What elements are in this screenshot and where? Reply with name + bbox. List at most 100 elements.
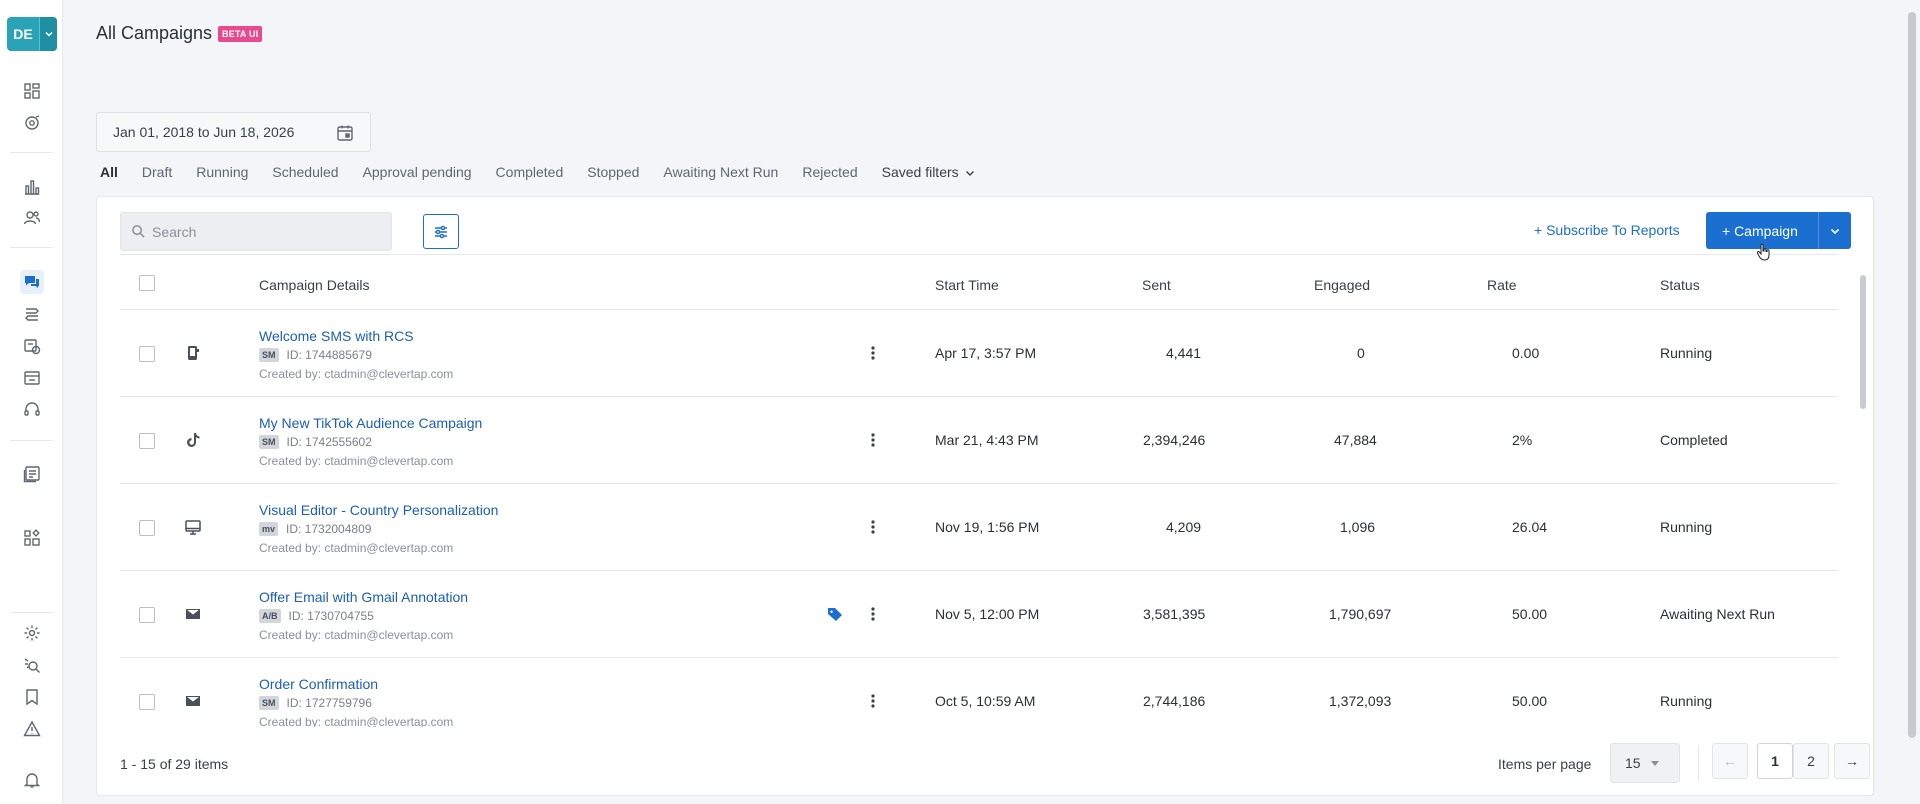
table-header: Campaign Details Start Time Sent Engaged…: [120, 254, 1838, 310]
saved-filters-dropdown[interactable]: Saved filters: [882, 164, 975, 184]
tab-running[interactable]: Running: [196, 164, 248, 184]
table-scrollbar[interactable]: [1860, 275, 1866, 409]
tab-awaiting-next-run[interactable]: Awaiting Next Run: [663, 164, 778, 184]
column-start-time[interactable]: Start Time: [935, 277, 999, 293]
column-status[interactable]: Status: [1660, 277, 1700, 293]
tag-label-icon[interactable]: [826, 605, 844, 623]
more-options-icon[interactable]: [868, 430, 878, 450]
analytics-icon[interactable]: [20, 175, 44, 199]
status-text: Awaiting Next Run: [1660, 606, 1775, 622]
more-options-icon[interactable]: [868, 691, 878, 711]
items-per-page-value: 15: [1625, 755, 1641, 771]
campaign-creator: Created by: ctadmin@clevertap.com: [259, 715, 454, 727]
rcs-phone-icon: [188, 346, 199, 360]
caret-down-icon: [1650, 760, 1659, 766]
more-options-icon[interactable]: [868, 604, 878, 624]
row-checkbox[interactable]: [139, 433, 155, 449]
templates-icon[interactable]: [20, 462, 44, 486]
support-icon[interactable]: [20, 398, 44, 422]
search-input[interactable]: [152, 223, 382, 240]
next-page-button[interactable]: →: [1834, 743, 1870, 779]
row-checkbox[interactable]: [139, 346, 155, 362]
offers-icon[interactable]: [20, 334, 44, 358]
sent-count: 4,441: [1166, 345, 1202, 361]
campaign-name-link[interactable]: Offer Email with Gmail Annotation: [259, 589, 468, 605]
workspace-switcher[interactable]: DE: [7, 17, 57, 51]
campaign-name-link[interactable]: Order Confirmation: [259, 676, 378, 692]
search-debug-icon[interactable]: [20, 653, 44, 677]
date-range-picker[interactable]: Jan 01, 2018 to Jun 18, 2026: [96, 112, 371, 152]
chevron-down-icon: [39, 17, 57, 51]
tab-stopped[interactable]: Stopped: [587, 164, 639, 184]
create-campaign-button[interactable]: + Campaign: [1706, 212, 1851, 249]
filter-settings-button[interactable]: [423, 214, 459, 249]
rate-value: 2%: [1512, 432, 1533, 448]
tab-scheduled[interactable]: Scheduled: [272, 164, 338, 184]
prev-page-button[interactable]: ←: [1712, 743, 1748, 779]
column-sent[interactable]: Sent: [1142, 277, 1171, 293]
segments-icon[interactable]: [20, 111, 44, 135]
status-text: Completed: [1660, 432, 1728, 448]
tab-completed[interactable]: Completed: [496, 164, 564, 184]
workspace-initials: DE: [13, 26, 33, 42]
campaign-name-link[interactable]: Welcome SMS with RCS: [259, 328, 414, 344]
campaign-name-link[interactable]: My New TikTok Audience Campaign: [259, 415, 482, 431]
notifications-icon[interactable]: [20, 768, 44, 792]
users-icon[interactable]: [20, 206, 44, 230]
campaign-type-tag: SM: [259, 348, 279, 362]
bookmark-icon[interactable]: [20, 685, 44, 709]
column-rate[interactable]: Rate: [1487, 277, 1517, 293]
campaign-type-tag: A/B: [259, 609, 281, 623]
tab-rejected[interactable]: Rejected: [802, 164, 857, 184]
tab-approval-pending[interactable]: Approval pending: [363, 164, 472, 184]
select-all-checkbox[interactable]: [139, 275, 155, 291]
campaign-creator: Created by: ctadmin@clevertap.com: [259, 367, 454, 381]
page-2-button[interactable]: 2: [1793, 743, 1829, 779]
campaign-id: ID: 1727759796: [286, 696, 372, 710]
row-checkbox[interactable]: [139, 607, 155, 623]
page-scrollbar[interactable]: [1908, 12, 1916, 738]
status-filter-tabs: All Draft Running Scheduled Approval pen…: [100, 164, 999, 184]
catalog-icon[interactable]: [20, 366, 44, 390]
column-campaign-details[interactable]: Campaign Details: [259, 277, 370, 293]
desktop-icon: [185, 520, 201, 535]
more-options-icon[interactable]: [868, 343, 878, 363]
email-icon: [186, 609, 200, 619]
engaged-count: 47,884: [1334, 432, 1377, 448]
campaigns-icon[interactable]: [20, 270, 44, 294]
page-1-button[interactable]: 1: [1757, 743, 1793, 779]
items-per-page-select[interactable]: 15: [1610, 743, 1680, 783]
engaged-count: 1,096: [1340, 519, 1376, 535]
email-icon: [186, 696, 200, 706]
campaign-type-tag: mv: [259, 522, 279, 536]
campaign-id: ID: 1732004809: [286, 522, 372, 536]
engaged-count: 1,790,697: [1329, 606, 1392, 622]
row-checkbox[interactable]: [139, 520, 155, 536]
subscribe-reports-link[interactable]: + Subscribe To Reports: [1534, 222, 1680, 238]
dashboard-icon[interactable]: [20, 79, 44, 103]
status-text: Running: [1660, 519, 1713, 535]
campaign-name-link[interactable]: Visual Editor - Country Personalization: [259, 502, 498, 518]
tab-draft[interactable]: Draft: [142, 164, 172, 184]
apps-icon[interactable]: [20, 526, 44, 550]
campaign-id: ID: 1742555602: [286, 435, 372, 449]
settings-icon[interactable]: [20, 621, 44, 645]
campaign-creator: Created by: ctadmin@clevertap.com: [259, 454, 454, 468]
chevron-down-icon[interactable]: [1819, 225, 1851, 237]
pagination-bar: 1 - 15 of 29 items Items per page 15 ← 1…: [120, 727, 1870, 795]
journeys-icon[interactable]: [20, 302, 44, 326]
start-time: Nov 5, 12:00 PM: [935, 606, 1040, 622]
tab-all[interactable]: All: [100, 164, 118, 184]
page-title: All Campaigns: [96, 23, 213, 43]
column-engaged[interactable]: Engaged: [1314, 277, 1370, 293]
rate-value: 26.04: [1512, 519, 1548, 535]
alert-icon[interactable]: [20, 717, 44, 741]
row-checkbox[interactable]: [139, 694, 155, 710]
items-per-page-label: Items per page: [1498, 756, 1592, 772]
rate-value: 50.00: [1512, 693, 1548, 709]
beta-badge: BETA UI: [218, 26, 263, 42]
campaign-type-tag: SM: [259, 435, 279, 449]
date-range-value: Jan 01, 2018 to Jun 18, 2026: [113, 124, 295, 140]
more-options-icon[interactable]: [868, 517, 878, 537]
mouse-cursor-icon: [1756, 243, 1770, 261]
